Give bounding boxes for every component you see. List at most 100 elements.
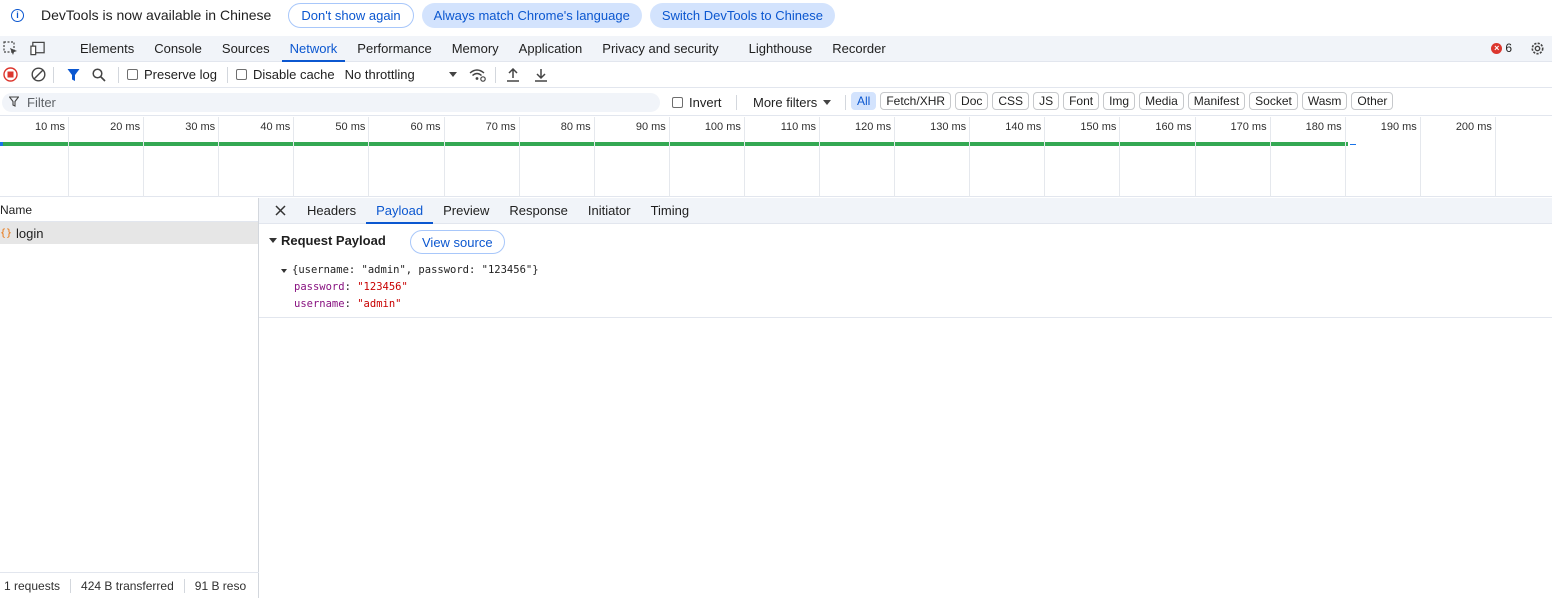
disable-cache-checkbox[interactable]: Disable cache xyxy=(235,67,335,82)
payload-field-password[interactable]: password: "123456" xyxy=(281,279,539,296)
payload-summary: {username: "admin", password: "123456"} xyxy=(292,264,539,276)
request-list: Name {} login 1 requests 424 B transferr… xyxy=(0,198,259,598)
filter-type-all[interactable]: All xyxy=(851,92,877,110)
waterfall-end-marker xyxy=(1349,144,1356,145)
filter-type-js[interactable]: JS xyxy=(1033,92,1060,110)
tab-elements[interactable]: Elements xyxy=(70,36,144,62)
clear-icon[interactable] xyxy=(29,66,47,84)
network-conditions-icon[interactable] xyxy=(469,66,487,84)
filter-type-media[interactable]: Media xyxy=(1139,92,1184,110)
fetch-request-icon: {} xyxy=(0,227,13,239)
expand-triangle-icon xyxy=(269,238,277,243)
request-count: 1 requests xyxy=(4,578,61,593)
overview-gridline xyxy=(593,117,595,197)
detail-tab-payload[interactable]: Payload xyxy=(366,198,434,224)
more-filters-dropdown[interactable]: More filters xyxy=(753,95,832,110)
filter-input[interactable]: Filter xyxy=(2,93,660,112)
detail-tab-headers[interactable]: Headers xyxy=(297,198,366,224)
filter-type-doc[interactable]: Doc xyxy=(955,92,989,110)
tab-lighthouse[interactable]: Lighthouse xyxy=(739,36,823,62)
throttling-select[interactable]: No throttling xyxy=(345,67,457,82)
main-tab-bar: Elements Console Sources Network Performance… xyxy=(0,36,1552,62)
always-match-language-button[interactable]: Always match Chrome's language xyxy=(421,2,642,28)
payload-object-row[interactable]: {username: "admin", password: "123456"} xyxy=(281,262,539,279)
overview-gridline xyxy=(518,117,520,197)
preserve-log-checkbox[interactable]: Preserve log xyxy=(127,67,217,82)
checkbox-box[interactable] xyxy=(235,69,247,80)
waterfall-start-marker xyxy=(0,142,3,146)
request-payload-header[interactable]: Request Payload xyxy=(269,233,386,248)
filter-type-wasm[interactable]: Wasm xyxy=(1301,92,1348,110)
field-key: password xyxy=(294,281,345,293)
resource-type-filters: All Fetch/XHR Doc CSS JS Font Img Media Manifest… xyxy=(851,92,1394,110)
overview-tick-label: 140 ms xyxy=(1005,121,1042,133)
field-key: username xyxy=(294,298,345,310)
name-header-label: Name xyxy=(0,202,33,217)
throttling-value: No throttling xyxy=(344,67,415,82)
settings-gear-icon[interactable] xyxy=(1529,40,1546,57)
detail-tab-timing[interactable]: Timing xyxy=(641,198,700,224)
error-badge[interactable]: × 6 xyxy=(1491,41,1512,55)
search-icon[interactable] xyxy=(90,66,108,84)
filter-icon xyxy=(8,95,20,110)
info-icon: i xyxy=(11,8,24,22)
detail-tab-response[interactable]: Response xyxy=(499,198,578,224)
dont-show-again-button[interactable]: Don't show again xyxy=(288,2,414,28)
tab-network[interactable]: Network xyxy=(280,36,348,62)
overview-tick-label: 70 ms xyxy=(485,121,516,133)
name-column-header[interactable]: Name xyxy=(0,198,258,222)
detail-tab-initiator[interactable]: Initiator xyxy=(578,198,641,224)
tab-memory[interactable]: Memory xyxy=(442,36,509,62)
payload-tree: {username: "admin", password: "123456"} … xyxy=(281,262,539,313)
overview-tick-label: 180 ms xyxy=(1305,121,1342,133)
detail-tabs: Headers Payload Preview Response Initiator Ti… xyxy=(297,198,699,224)
overview-gridline xyxy=(1419,117,1421,197)
tab-sources[interactable]: Sources xyxy=(212,36,280,62)
device-toolbar-icon[interactable] xyxy=(30,41,46,57)
filter-type-css[interactable]: CSS xyxy=(992,92,1030,110)
filter-type-manifest[interactable]: Manifest xyxy=(1187,92,1246,110)
view-source-button[interactable]: View source xyxy=(410,230,505,254)
filter-type-img[interactable]: Img xyxy=(1103,92,1136,110)
overview-tick-label: 30 ms xyxy=(185,121,216,133)
filter-type-other[interactable]: Other xyxy=(1351,92,1394,110)
disable-cache-label: Disable cache xyxy=(252,67,335,82)
network-toolbar: Preserve log Disable cache No throttling xyxy=(0,62,1552,88)
overview-tick-label: 160 ms xyxy=(1155,121,1192,133)
detail-tab-preview[interactable]: Preview xyxy=(433,198,499,224)
tab-privacy-and-security[interactable]: Privacy and security xyxy=(592,36,728,62)
filter-type-font[interactable]: Font xyxy=(1063,92,1100,110)
overview-tick-label: 80 ms xyxy=(560,121,591,133)
network-overview[interactable]: 10 ms 20 ms 30 ms 40 ms 50 ms 60 ms 70 ms 80 ms… xyxy=(0,117,1552,197)
resources-size: 91 B reso xyxy=(194,578,247,593)
overview-gridline xyxy=(1044,117,1046,197)
tab-recorder[interactable]: Recorder xyxy=(822,36,895,62)
payload-field-username[interactable]: username: "admin" xyxy=(281,296,539,313)
stop-recording-icon[interactable] xyxy=(1,66,19,84)
overview-gridline xyxy=(368,117,370,197)
tab-performance[interactable]: Performance xyxy=(347,36,441,62)
checkbox-box[interactable] xyxy=(127,69,138,80)
close-icon[interactable] xyxy=(273,204,287,218)
tab-console[interactable]: Console xyxy=(144,36,212,62)
overview-gridline xyxy=(819,117,820,197)
export-har-icon[interactable] xyxy=(532,66,550,84)
checkbox-box[interactable] xyxy=(672,97,683,108)
overview-gridline xyxy=(969,117,971,197)
filter-icon[interactable] xyxy=(64,66,82,84)
filter-type-socket[interactable]: Socket xyxy=(1249,92,1298,110)
inspect-element-icon[interactable] xyxy=(2,41,18,57)
switch-to-chinese-button[interactable]: Switch DevTools to Chinese xyxy=(649,2,835,28)
language-infobar: i DevTools is now available in Chinese D… xyxy=(0,0,1552,30)
preserve-log-label: Preserve log xyxy=(144,67,217,82)
overview-tick-label: 200 ms xyxy=(1455,121,1492,133)
network-summary-bar: 1 requests 424 B transferred 91 B reso xyxy=(0,572,259,598)
filter-type-fetch-xhr[interactable]: Fetch/XHR xyxy=(880,92,952,110)
tab-application[interactable]: Application xyxy=(509,36,593,62)
overview-gridline xyxy=(68,117,69,197)
overview-tick-label: 40 ms xyxy=(260,121,291,133)
import-har-icon[interactable] xyxy=(504,66,522,84)
invert-checkbox[interactable]: Invert xyxy=(672,95,722,110)
request-row-login[interactable]: {} login xyxy=(0,222,258,244)
transferred-size: 424 B transferred xyxy=(81,578,174,593)
